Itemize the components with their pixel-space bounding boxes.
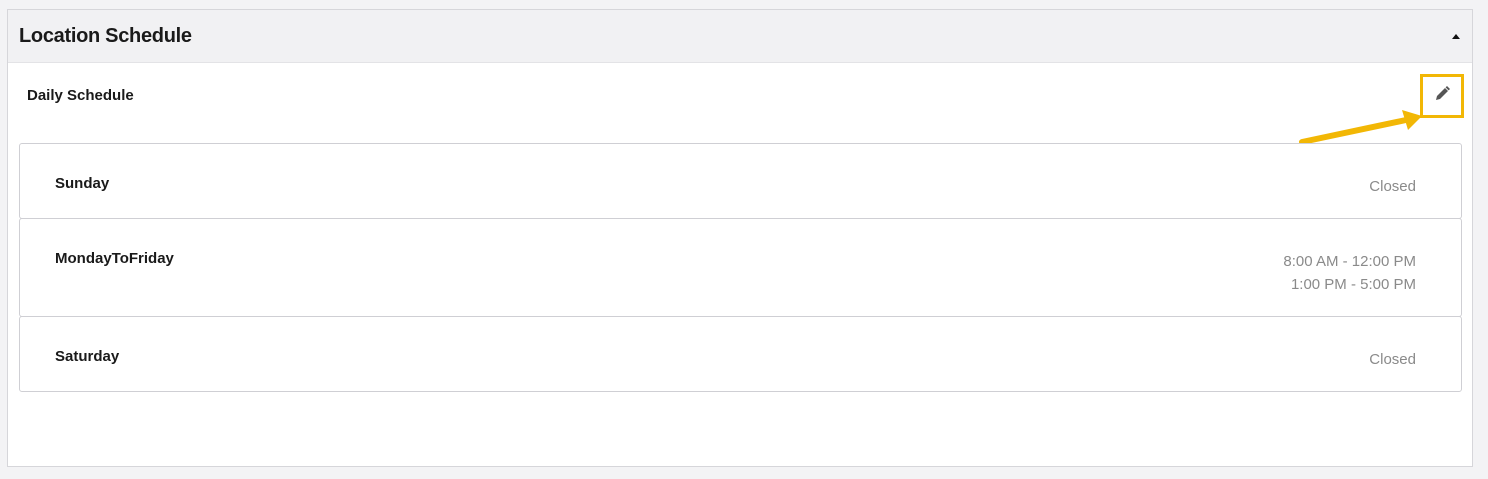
hours-line: 1:00 PM - 5:00 PM — [1290, 276, 1416, 293]
hours-line: Closed — [1369, 351, 1416, 368]
panel-header[interactable]: Location Schedule — [8, 10, 1472, 63]
pencil-icon — [1432, 84, 1452, 109]
edit-schedule-button[interactable] — [1425, 79, 1459, 113]
schedule-row: Saturday Closed — [19, 316, 1462, 392]
section-label: Daily Schedule — [27, 87, 134, 104]
day-label: MondayToFriday — [55, 250, 174, 267]
location-schedule-panel: Location Schedule Daily Schedule Sunday … — [7, 9, 1473, 467]
triangle-up-icon[interactable] — [1448, 28, 1464, 44]
hours-value: 8:00 AM - 12:00 PM 1:00 PM - 5:00 PM — [1283, 250, 1416, 296]
hours-value: Closed — [1369, 348, 1416, 371]
schedule-list: Sunday Closed MondayToFriday 8:00 AM - 1… — [19, 143, 1462, 392]
hours-value: Closed — [1369, 175, 1416, 198]
hours-line: 8:00 AM - 12:00 PM — [1283, 253, 1416, 270]
day-label: Sunday — [55, 175, 110, 192]
schedule-row: Sunday Closed — [19, 143, 1462, 219]
schedule-row: MondayToFriday 8:00 AM - 12:00 PM 1:00 P… — [19, 218, 1462, 317]
day-label: Saturday — [55, 348, 120, 365]
panel-title: Location Schedule — [19, 25, 192, 47]
hours-line: Closed — [1369, 178, 1416, 195]
